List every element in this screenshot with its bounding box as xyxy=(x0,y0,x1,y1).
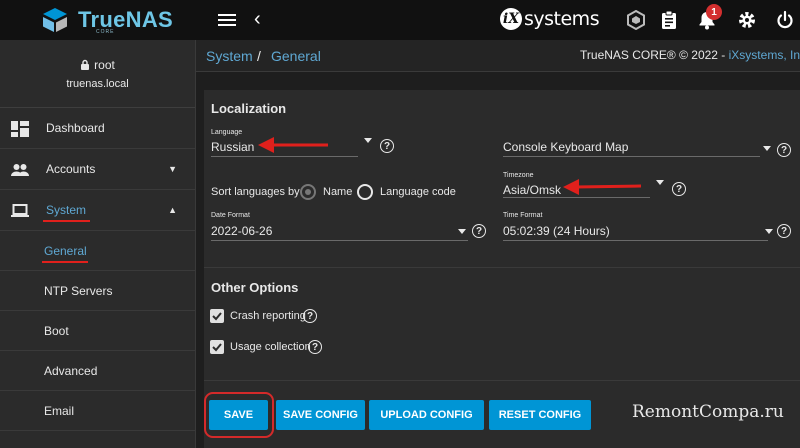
sidebar-subitem-label: Boot xyxy=(44,323,69,338)
chevron-up-icon: ▲ xyxy=(168,205,177,215)
annotation-underline xyxy=(43,220,90,222)
language-dropdown-arrow-icon[interactable] xyxy=(364,138,372,143)
sidebar-item-label: Accounts xyxy=(46,162,96,176)
watermark-text: RemontCompa.ru xyxy=(632,402,784,422)
sidebar-item-system[interactable]: System ▲ xyxy=(0,190,195,231)
breadcrumb: System / General TrueNAS CORE® © 2022 - … xyxy=(196,40,800,72)
laptop-icon xyxy=(11,204,29,217)
time-format-label: Time Format xyxy=(503,212,543,219)
time-dropdown-arrow-icon[interactable] xyxy=(765,229,773,234)
save-button[interactable]: SAVE xyxy=(209,400,268,430)
usage-collection-checkbox[interactable] xyxy=(210,340,224,354)
language-help-icon[interactable]: ? xyxy=(380,139,394,153)
timezone-label: Timezone xyxy=(503,172,534,179)
task-manager-icon[interactable] xyxy=(659,10,679,30)
collapse-chevron-icon[interactable]: ‹ xyxy=(254,8,261,31)
general-settings-panel: Localization Language Russian ? Console … xyxy=(204,90,800,448)
sort-languages-label: Sort languages by: xyxy=(211,186,303,198)
language-select[interactable]: Russian xyxy=(211,140,254,154)
truecommand-icon[interactable] xyxy=(626,10,646,30)
date-dropdown-arrow-icon[interactable] xyxy=(458,229,466,234)
copyright-text: TrueNAS CORE® © 2022 - iXsystems, In xyxy=(580,48,800,62)
sort-by-name-radio[interactable] xyxy=(300,184,316,200)
hostname: truenas.local xyxy=(66,77,129,90)
date-format-select[interactable]: 2022-06-26 xyxy=(211,224,272,238)
time-help-icon[interactable]: ? xyxy=(777,224,791,238)
sidebar-subitem-label: Email xyxy=(44,403,75,418)
logo-text: TrueNAS xyxy=(78,7,174,32)
date-format-label: Date Format xyxy=(211,212,250,219)
notification-badge: 1 xyxy=(706,4,722,20)
other-options-title: Other Options xyxy=(211,280,299,295)
sidebar-item-label: Dashboard xyxy=(46,121,105,135)
crash-reporting-label: Crash reporting xyxy=(230,310,306,322)
usage-collection-label: Usage collection xyxy=(230,341,311,353)
annotation-underline xyxy=(42,261,88,263)
power-icon[interactable] xyxy=(775,10,795,30)
sidebar-subitem-advanced[interactable]: Advanced xyxy=(0,351,195,391)
sort-by-code-label: Language code xyxy=(380,186,456,198)
ixsystems-logo[interactable]: iX systems xyxy=(500,8,600,30)
timezone-select[interactable]: Asia/Omsk xyxy=(503,183,561,197)
keyboard-dropdown-arrow-icon[interactable] xyxy=(763,146,771,151)
username: root xyxy=(94,57,115,72)
upload-config-button[interactable]: UPLOAD CONFIG xyxy=(369,400,484,430)
crash-reporting-checkbox[interactable] xyxy=(210,309,224,323)
logo-subtext: CORE xyxy=(96,29,115,35)
ix-mark: iX xyxy=(500,8,522,30)
crash-reporting-help-icon[interactable]: ? xyxy=(303,309,317,323)
breadcrumb-system-link[interactable]: System xyxy=(206,48,253,64)
usage-collection-help-icon[interactable]: ? xyxy=(308,340,322,354)
chevron-down-icon: ▼ xyxy=(168,164,177,174)
breadcrumb-separator: / xyxy=(257,48,261,64)
localization-title: Localization xyxy=(211,101,287,116)
truenas-logo[interactable]: TrueNAS CORE xyxy=(40,6,174,35)
dashboard-icon xyxy=(11,121,29,137)
date-help-icon[interactable]: ? xyxy=(472,224,486,238)
user-info: root truenas.local xyxy=(0,40,195,108)
lock-icon xyxy=(81,59,90,70)
sort-by-code-radio[interactable] xyxy=(357,184,373,200)
sidebar-subitem-label: General xyxy=(44,243,87,258)
red-arrow-annotation-icon xyxy=(258,137,328,153)
reset-config-button[interactable]: RESET CONFIG xyxy=(489,400,591,430)
people-icon xyxy=(11,164,29,176)
timezone-dropdown-arrow-icon[interactable] xyxy=(656,180,664,185)
red-arrow-annotation-icon xyxy=(563,179,642,195)
settings-gear-icon[interactable] xyxy=(737,10,757,30)
save-config-button[interactable]: SAVE CONFIG xyxy=(276,400,365,430)
sidebar: root truenas.local Dashboard Accounts ▼ … xyxy=(0,40,196,448)
sidebar-item-accounts[interactable]: Accounts ▼ xyxy=(0,149,195,190)
timezone-help-icon[interactable]: ? xyxy=(672,182,686,196)
sidebar-subitem-email[interactable]: Email xyxy=(0,391,195,431)
sidebar-item-dashboard[interactable]: Dashboard xyxy=(0,108,195,149)
ix-text: systems xyxy=(524,8,600,30)
keyboard-map-select[interactable]: Console Keyboard Map xyxy=(503,140,628,154)
sidebar-item-label: System xyxy=(46,203,87,217)
truenas-logo-icon xyxy=(43,8,67,32)
sidebar-subitem-general[interactable]: General xyxy=(0,231,195,271)
sidebar-subitem-label: Advanced xyxy=(44,363,98,378)
time-format-select[interactable]: 05:02:39 (24 Hours) xyxy=(503,224,610,238)
breadcrumb-general-link[interactable]: General xyxy=(271,48,321,64)
sidebar-subitem-boot[interactable]: Boot xyxy=(0,311,195,351)
sort-by-name-label: Name xyxy=(323,186,353,198)
sidebar-subitem-label: NTP Servers xyxy=(44,283,113,298)
copyright-label: TrueNAS CORE® © 2022 - xyxy=(580,48,729,62)
ixsystems-link[interactable]: iXsystems, In xyxy=(729,48,800,62)
menu-toggle-icon[interactable] xyxy=(218,12,236,28)
sidebar-subitem-ntp-servers[interactable]: NTP Servers xyxy=(0,271,195,311)
keyboard-help-icon[interactable]: ? xyxy=(777,143,791,157)
top-bar: TrueNAS CORE ‹ iX systems 1 xyxy=(0,0,800,40)
language-label: Language xyxy=(211,129,243,136)
